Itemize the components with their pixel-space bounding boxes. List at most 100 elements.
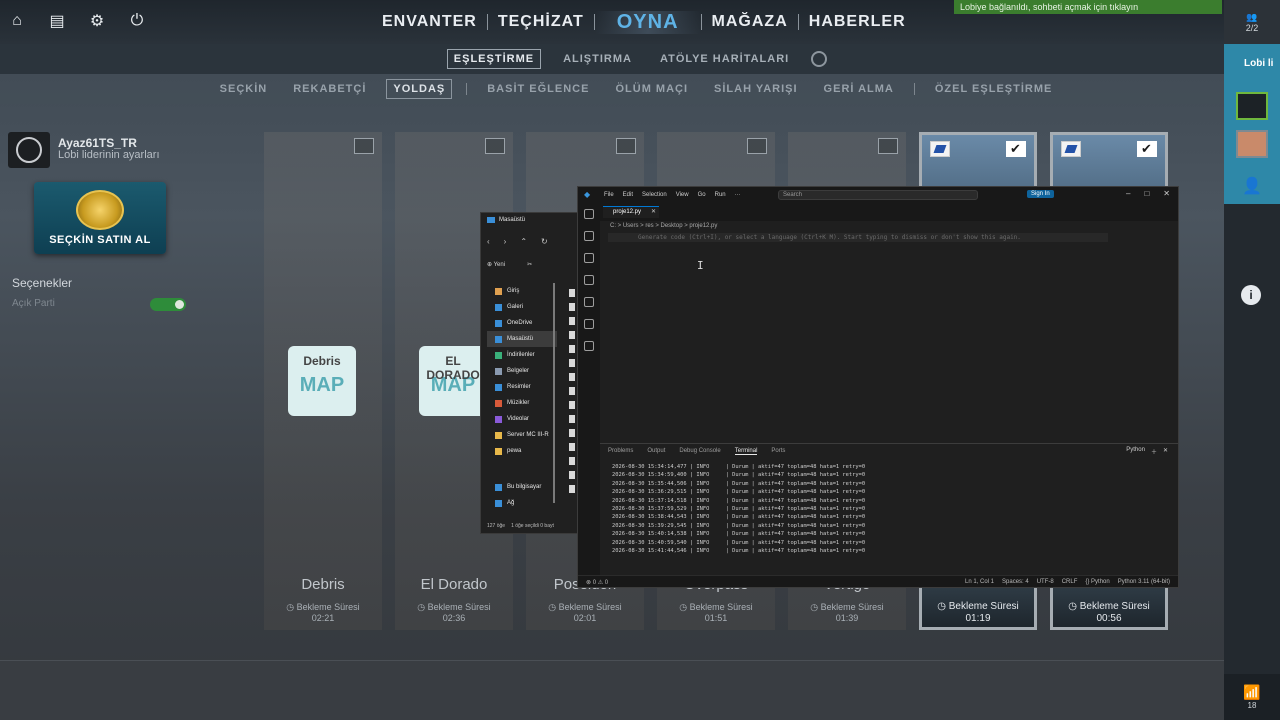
tab-matchmaking[interactable]: EŞLEŞTİRME [446,49,542,69]
inventory-icon[interactable]: ▤ [46,10,68,32]
python-icon[interactable] [584,341,594,351]
tab-workshop-maps[interactable]: ATÖLYE HARİTALARI [654,50,795,68]
status-item[interactable]: CRLF [1062,579,1078,585]
minimize-icon[interactable]: – [1126,189,1130,198]
globe-icon[interactable] [811,51,828,67]
tab-practice[interactable]: ALIŞTIRMA [557,50,638,68]
nav-store[interactable]: MAĞAZA [702,13,798,31]
file-icon[interactable] [569,345,575,353]
file-icon[interactable] [569,401,575,409]
command-search-input[interactable]: Search [778,190,978,200]
close-panel-icon[interactable]: ✕ [1163,447,1168,456]
file-icon[interactable] [569,457,575,465]
status-item[interactable]: UTF-8 [1037,579,1054,585]
map-checkbox[interactable] [1006,141,1026,157]
up-icon[interactable]: ⌃ [520,237,527,246]
explorer-nav-item[interactable]: Galeri [487,299,557,315]
search-icon[interactable] [584,231,594,241]
nav-news[interactable]: HABERLER [799,13,916,31]
file-icon[interactable] [569,331,575,339]
cut-icon[interactable]: ✂ [527,261,532,268]
tab-casual[interactable]: BASİT EĞLENCE [481,80,595,98]
close-icon[interactable]: ✕ [1163,189,1170,198]
tab-retakes[interactable]: GERİ ALMA [818,80,900,98]
lobby-member-avatar[interactable] [1236,130,1268,158]
nav-inventory[interactable]: ENVANTER [372,13,487,31]
menu-item[interactable]: Go [698,192,706,198]
explorer-nav-item[interactable]: Giriş [487,283,557,299]
tab-arms-race[interactable]: SİLAH YARIŞI [708,80,804,98]
panel-tab[interactable]: Ports [771,448,785,455]
file-icon[interactable] [569,289,575,297]
nav-play[interactable]: OYNA [594,10,701,34]
editor-hint[interactable]: Generate code (Ctrl+I), or select a lang… [608,233,1108,242]
tab-custom-matchmaking[interactable]: ÖZEL EŞLEŞTİRME [929,80,1058,98]
file-icon[interactable] [569,387,575,395]
explorer-scrollbar[interactable] [553,283,555,503]
explorer-nav-item[interactable]: İndirilenler [487,347,557,363]
map-checkbox[interactable] [485,138,505,154]
file-icon[interactable] [569,317,575,325]
explorer-nav-item[interactable]: Server MC III-R [487,427,557,443]
tab-deathmatch[interactable]: ÖLÜM MAÇI [609,80,694,98]
file-icon[interactable] [569,429,575,437]
new-button[interactable]: ⊕ Yeni [487,261,505,268]
explorer-nav-item[interactable]: Bu bilgisayar [487,479,557,495]
testing-icon[interactable] [584,319,594,329]
map-checkbox[interactable] [1137,141,1157,157]
tab-wingman[interactable]: YOLDAŞ [386,79,453,99]
explorer-nav-item[interactable]: Resimler [487,379,557,395]
file-icon[interactable] [569,415,575,423]
map-checkbox[interactable] [354,138,374,154]
power-icon[interactable]: ⏻ [126,10,148,32]
back-icon[interactable]: ‹ [487,237,490,246]
add-terminal-icon[interactable]: ＋ [1151,447,1157,456]
tab-premier[interactable]: SEÇKİN [214,80,274,98]
explorer-icon[interactable] [584,209,594,219]
close-tab-icon[interactable]: ✕ [651,207,656,218]
network-status[interactable]: 📶 18 [1224,674,1280,720]
map-checkbox[interactable] [747,138,767,154]
forward-icon[interactable]: › [504,237,507,246]
breadcrumb[interactable]: C: > Users > res > Desktop > proje12.py [610,223,717,229]
gear-icon[interactable]: ⚙ [86,10,108,32]
panel-tab[interactable]: Debug Console [679,448,720,455]
file-icon[interactable] [569,471,575,479]
map-card[interactable]: Debris MAP Debris ◷ Bekleme Süresi 02:21 [264,132,382,630]
panel-tab[interactable]: Problems [608,448,633,455]
explorer-nav-item[interactable]: Müzikler [487,395,557,411]
file-icon[interactable] [569,359,575,367]
explorer-nav-item[interactable]: Belgeler [487,363,557,379]
open-party-toggle[interactable] [150,298,186,311]
status-item[interactable]: Python 3.11 (64-bit) [1118,579,1170,585]
extensions-icon[interactable] [584,297,594,307]
tab-competitive[interactable]: REKABETÇİ [287,80,372,98]
map-checkbox[interactable] [878,138,898,154]
run-debug-icon[interactable] [584,275,594,285]
nav-loadout[interactable]: TEÇHİZAT [488,13,594,31]
menu-item[interactable]: Selection [642,192,667,198]
editor-tab[interactable]: proje12.py ✕ [603,206,659,218]
terminal-output[interactable]: 2026-08-30 15:34:14,477 | INFO | Durum |… [612,463,865,555]
explorer-nav-item[interactable]: Videolar [487,411,557,427]
status-item[interactable]: Ln 1, Col 1 [965,579,994,585]
refresh-icon[interactable]: ↻ [541,237,548,246]
explorer-nav-item[interactable]: Masaüstü [487,331,557,347]
explorer-nav-item[interactable]: OneDrive [487,315,557,331]
file-icon[interactable] [569,443,575,451]
file-icon[interactable] [569,485,575,493]
lobby-chat-banner[interactable]: Lobiye bağlanıldı, sohbeti açmak için tı… [954,0,1222,14]
party-size[interactable]: 👥 2/2 [1224,0,1280,44]
home-icon[interactable]: ⌂ [6,10,28,32]
menu-item[interactable]: Edit [623,192,633,198]
source-control-icon[interactable] [584,253,594,263]
sign-in-button[interactable]: Sign In [1027,190,1054,198]
buy-prime-button[interactable]: SEÇKİN SATIN AL [34,182,166,254]
terminal-profile[interactable]: Python [1126,447,1145,456]
status-item[interactable]: Spaces: 4 [1002,579,1029,585]
problems-count[interactable]: ⊗ 0 ⚠ 0 [586,579,608,586]
explorer-nav-item[interactable]: pewa [487,443,557,459]
status-item[interactable]: {} Python [1085,579,1109,585]
file-icon[interactable] [569,303,575,311]
panel-tab[interactable]: Output [647,448,665,455]
